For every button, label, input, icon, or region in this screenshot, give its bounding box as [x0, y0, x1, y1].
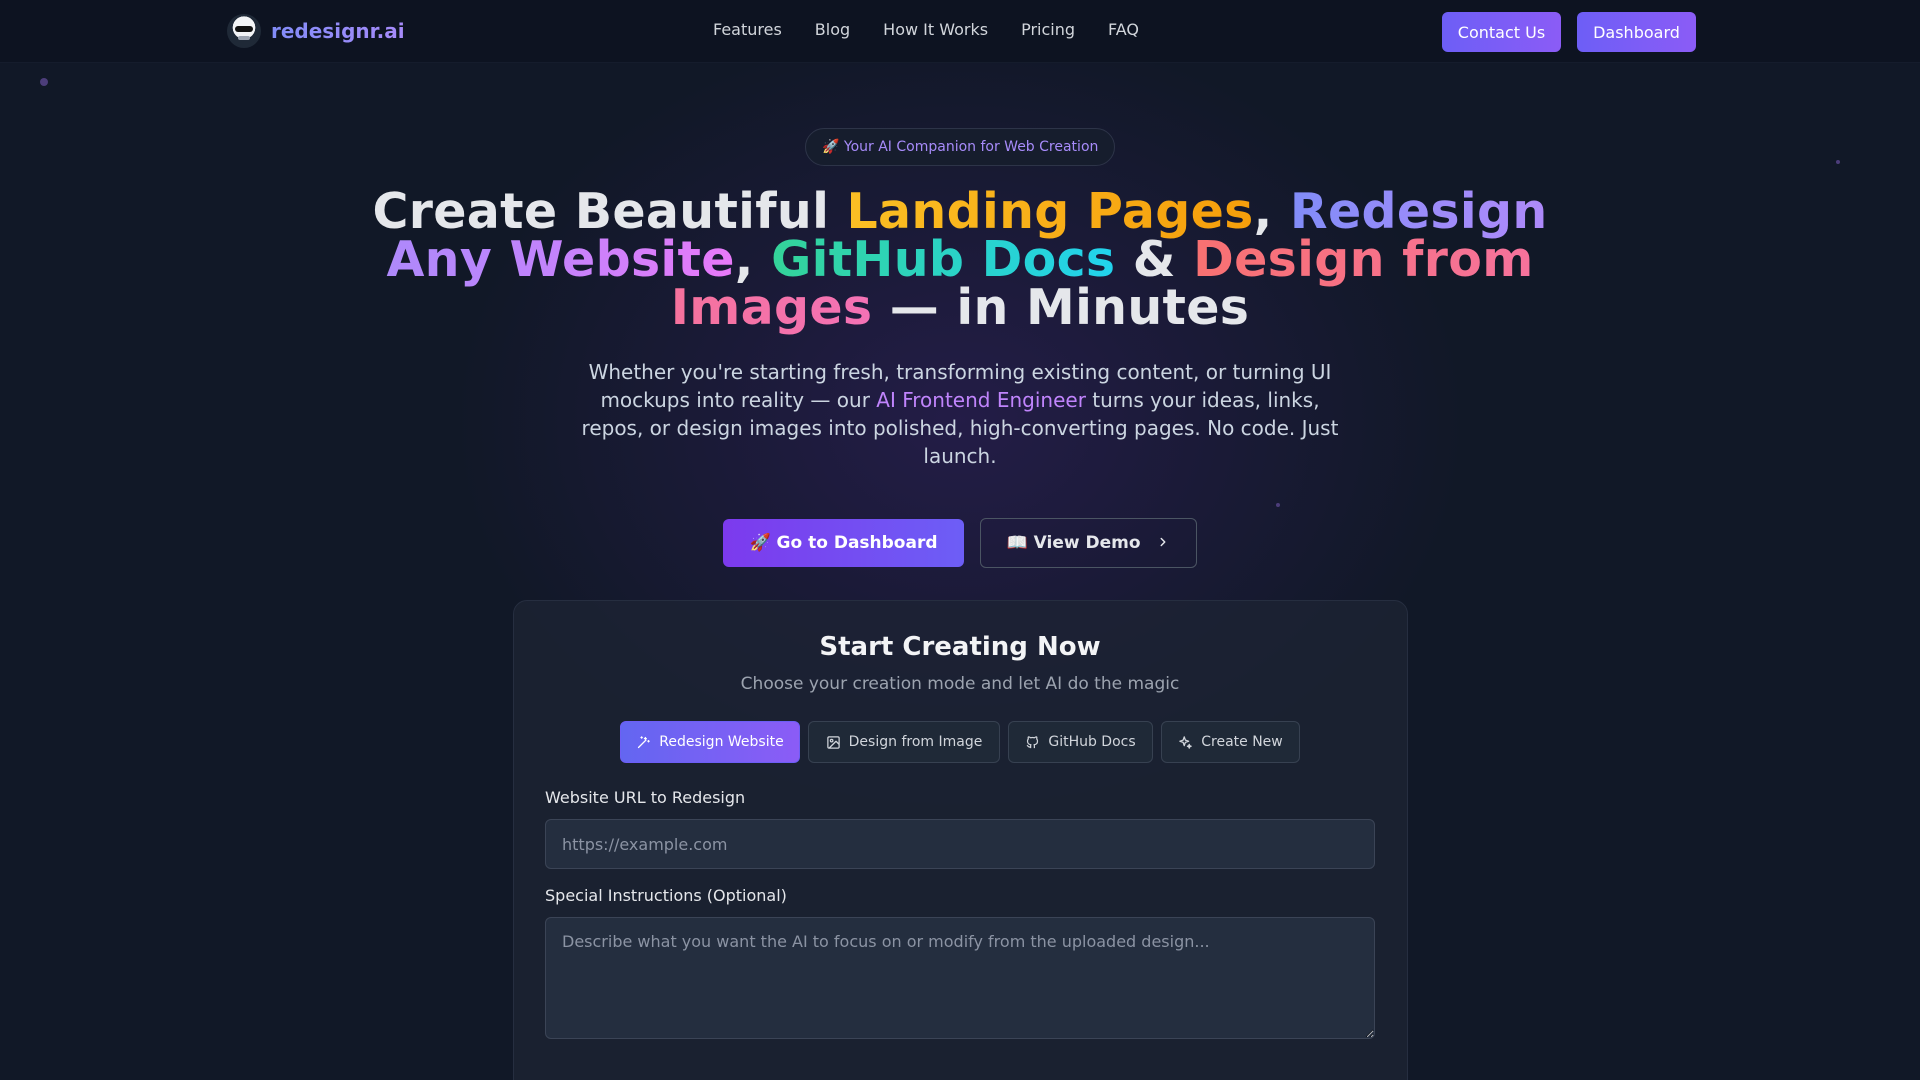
github-icon: [1026, 735, 1039, 748]
main-nav: Features Blog How It Works Pricing FAQ: [713, 20, 1172, 39]
tab-label: GitHub Docs: [1048, 734, 1136, 750]
tab-label: Design from Image: [848, 734, 983, 750]
sparkles-icon: [1179, 735, 1192, 749]
special-instructions-textarea[interactable]: [545, 917, 1375, 1039]
chevron-right-icon: [1160, 537, 1166, 547]
creator-title: Start Creating Now: [819, 632, 1101, 662]
tab-design-from-image[interactable]: Design from Image: [808, 721, 1000, 763]
view-demo-button[interactable]: 📖 View Demo: [980, 518, 1197, 568]
brand-mascot-icon: [227, 14, 261, 48]
brand-name: redesignr.ai: [271, 19, 405, 43]
tab-label: Create New: [1201, 734, 1283, 750]
tab-label: Redesign Website: [659, 734, 784, 750]
instructions-field-label: Special Instructions (Optional): [545, 886, 787, 905]
nav-link-how-it-works[interactable]: How It Works: [883, 20, 988, 39]
hero-badge: 🚀 Your AI Companion for Web Creation: [805, 128, 1116, 166]
brand-logo-link[interactable]: redesignr.ai: [227, 14, 405, 48]
url-field-label: Website URL to Redesign: [545, 788, 746, 807]
background-particle: [1836, 160, 1840, 164]
view-demo-label: 📖 View Demo: [1006, 533, 1141, 553]
creator-subtitle: Choose your creation mode and let AI do …: [740, 674, 1180, 694]
contact-us-button[interactable]: Contact Us: [1442, 12, 1561, 52]
hero-subtitle-highlight: AI Frontend Engineer: [876, 388, 1086, 412]
background-particle: [1276, 503, 1280, 507]
nav-link-features[interactable]: Features: [713, 20, 782, 39]
website-url-input[interactable]: [545, 819, 1375, 869]
hero-title-part: — in Minutes: [872, 279, 1250, 336]
top-navbar: redesignr.ai Features Blog How It Works …: [0, 0, 1920, 63]
hero-subtitle: Whether you're starting fresh, transform…: [575, 358, 1345, 470]
tab-create-new[interactable]: Create New: [1161, 721, 1300, 763]
image-icon: [826, 735, 840, 749]
tab-github-docs[interactable]: GitHub Docs: [1008, 721, 1153, 763]
dashboard-button[interactable]: Dashboard: [1577, 12, 1696, 52]
nav-link-faq[interactable]: FAQ: [1108, 20, 1139, 39]
magic-wand-icon: [638, 735, 651, 748]
nav-link-pricing[interactable]: Pricing: [1021, 20, 1075, 39]
hero-title: Create Beautiful Landing Pages, Redesign…: [360, 187, 1560, 332]
background-particle: [40, 78, 48, 86]
nav-link-blog[interactable]: Blog: [815, 20, 850, 39]
go-to-dashboard-button[interactable]: 🚀 Go to Dashboard: [723, 519, 964, 567]
tab-redesign-website[interactable]: Redesign Website: [620, 721, 800, 763]
